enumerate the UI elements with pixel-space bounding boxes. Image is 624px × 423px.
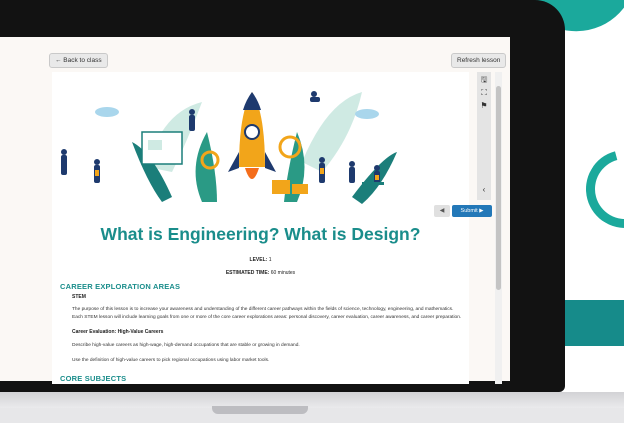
flag-icon[interactable]: ⚑ (479, 101, 489, 111)
decorative-teal-arc (571, 135, 624, 243)
level-label: LEVEL: (249, 257, 268, 263)
section-paragraph: The purpose of this lesson is to increas… (72, 307, 462, 320)
career-evaluation-heading: Career Evaluation: High-Value Careers (72, 329, 164, 335)
decorative-teal-band (560, 300, 624, 346)
level-value: 1 (268, 257, 272, 263)
career-evaluation-paragraph-2: Use the definition of high-value careers… (72, 358, 270, 363)
laptop-base-lip (0, 392, 624, 408)
lesson-content: What is Engineering? What is Design? LEV… (52, 72, 469, 384)
lesson-level: LEVEL: 1 (52, 257, 469, 263)
career-evaluation-paragraph-1: Describe high-value careers as high-wage… (72, 343, 300, 348)
lesson-estimated-time: ESTIMATED TIME: 60 minutes (52, 270, 469, 276)
content-scrollbar-thumb[interactable] (496, 86, 501, 290)
laptop-notch (212, 406, 308, 414)
refresh-lesson-button[interactable]: Refresh lesson (451, 53, 507, 68)
previous-button[interactable]: ◀ (434, 205, 450, 217)
lesson-title: What is Engineering? What is Design? (100, 224, 421, 244)
submit-button[interactable]: Submit ▶ (452, 205, 492, 217)
collapse-icon[interactable]: ‹ (479, 185, 489, 195)
lesson-hero-illustration (61, 91, 397, 204)
time-label: ESTIMATED TIME: (225, 270, 270, 276)
section-subheading-stem: STEM (72, 294, 86, 300)
back-to-class-button[interactable]: ← Back to class (49, 53, 108, 68)
section-heading-career-exploration: CAREER EXPLORATION AREAS (60, 282, 181, 291)
fullscreen-icon[interactable]: ⛶ (479, 88, 489, 98)
time-value: 60 minutes (270, 270, 296, 276)
section-heading-core-subjects: CORE SUBJECTS (60, 374, 127, 383)
save-icon[interactable]: 🖫 (479, 75, 489, 85)
